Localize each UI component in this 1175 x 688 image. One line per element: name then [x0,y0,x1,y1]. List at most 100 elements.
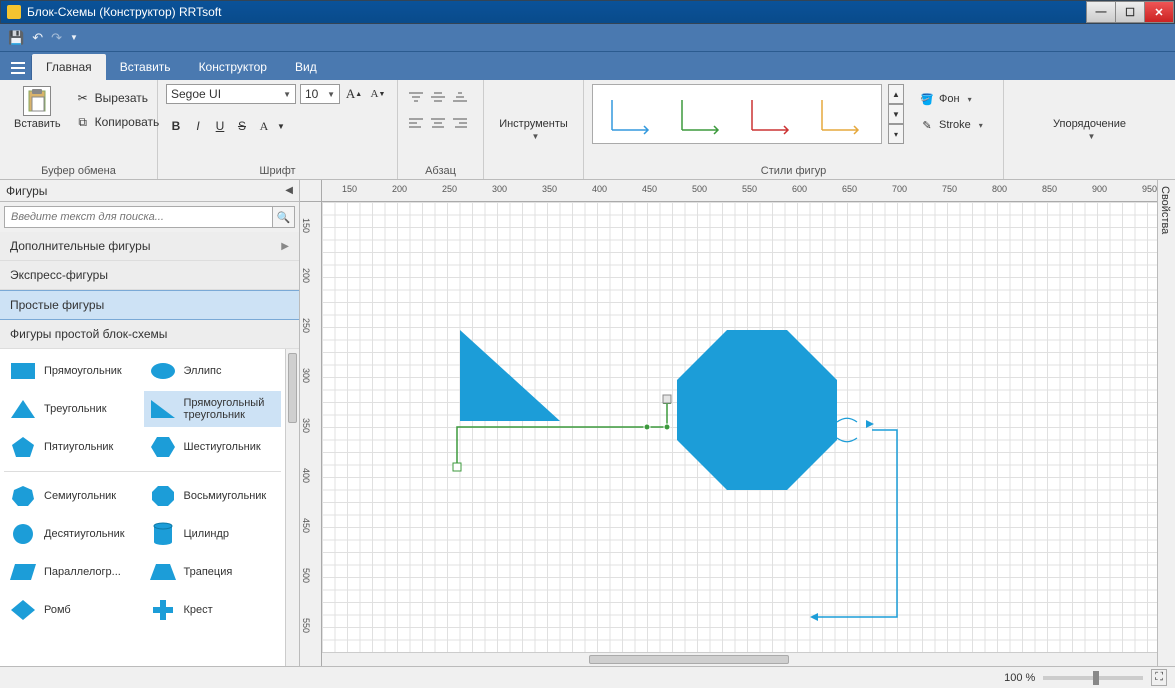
tab-designer[interactable]: Конструктор [185,54,281,80]
chevron-down-icon: ▼ [1088,132,1096,141]
grow-font-button[interactable]: A▲ [344,84,364,104]
triangle-icon [8,397,38,421]
fill-button[interactable]: 🪣 Фон ▾ [914,88,988,110]
tab-view[interactable]: Вид [281,54,331,80]
undo-icon[interactable]: ↶ [32,30,43,46]
shape-octagon[interactable]: Восьмиугольник [144,478,282,514]
shape-cylinder[interactable]: Цилиндр [144,516,282,552]
pentagon-icon [8,435,38,459]
stroke-button[interactable]: ✎ Stroke ▾ [914,114,988,136]
shape-cross[interactable]: Крест [144,592,282,628]
tab-insert[interactable]: Вставить [106,54,185,80]
tab-main[interactable]: Главная [32,54,106,80]
drawing-canvas[interactable] [322,202,1157,666]
zoom-fit-button[interactable]: ⛶ [1151,669,1167,686]
shapes-scrollbar[interactable] [285,349,299,666]
shape-ellipse[interactable]: Эллипс [144,353,282,389]
save-icon[interactable]: 💾 [8,30,24,46]
ribbon-tabs: Главная Вставить Конструктор Вид [0,52,1175,80]
paragraph-group-label: Абзац [406,162,475,177]
shape-parallelogram[interactable]: Параллелогр... [4,554,142,590]
scissors-icon: ✂ [75,90,91,106]
minimize-button[interactable]: — [1086,1,1116,23]
zoom-value: 100 % [1004,672,1035,684]
shape-pentagon[interactable]: Пятиугольник [4,429,142,465]
gallery-more-button[interactable]: ▾ [888,124,904,144]
italic-button[interactable]: I [188,116,208,136]
cut-button[interactable]: ✂ Вырезать [71,88,164,108]
font-name-combo[interactable]: Segoe UI ▼ [166,84,296,104]
category-simple[interactable]: Простые фигуры [0,290,299,320]
ruler-vertical[interactable]: 150200250300350400450500550 [300,202,322,666]
align-left-button[interactable] [406,114,426,134]
styles-group-label: Стили фигур [592,162,995,177]
shape-rhombus[interactable]: Ромб [4,592,142,628]
paste-label: Вставить [14,118,61,130]
rhombus-icon [8,598,38,622]
category-express[interactable]: Экспресс-фигуры [0,261,299,290]
shapes-panel: Фигуры ◀ 🔍 Дополнительные фигуры ▶ Экспр… [0,180,300,666]
bold-button[interactable]: B [166,116,186,136]
clipboard-group-label: Буфер обмена [8,162,149,177]
shape-right-triangle[interactable]: Прямоугольный треугольник [144,391,282,427]
search-input[interactable] [4,206,273,228]
shape-triangle[interactable]: Треугольник [4,391,142,427]
gallery-up-button[interactable]: ▲ [888,84,904,104]
shape-heptagon[interactable]: Семиугольник [4,478,142,514]
paste-button[interactable]: Вставить [8,84,67,132]
arrange-button[interactable]: Упорядочение ▼ [1047,116,1132,143]
system-menu-button[interactable] [4,56,32,80]
underline-button[interactable]: U [210,116,230,136]
shape-hexagon[interactable]: Шестиугольник [144,429,282,465]
hexagon-icon [148,435,178,459]
search-button[interactable]: 🔍 [273,206,295,228]
style-gallery[interactable] [592,84,882,144]
copy-icon: ⧉ [75,114,91,130]
category-flowchart[interactable]: Фигуры простой блок-схемы [0,320,299,349]
canvas-connector-blue[interactable] [814,430,897,617]
canvas-octagon[interactable] [677,330,837,490]
ruler-horizontal[interactable]: 1502002503003504004505005506006507007508… [322,180,1157,202]
chevron-down-icon: ▼ [283,90,291,99]
category-more-shapes[interactable]: Дополнительные фигуры ▶ [0,232,299,261]
font-size-combo[interactable]: 10 ▼ [300,84,340,104]
shrink-font-button[interactable]: A▼ [368,84,388,104]
zoom-slider[interactable] [1043,676,1143,680]
align-middle-button[interactable] [428,88,448,108]
collapse-panel-icon[interactable]: ◀ [285,185,293,196]
cylinder-icon [148,522,178,546]
decagon-icon [8,522,38,546]
shape-trapezoid[interactable]: Трапеция [144,554,282,590]
copy-button[interactable]: ⧉ Копировать [71,112,164,132]
redo-icon[interactable]: ↷ [51,30,62,46]
font-color-button[interactable]: A [254,116,274,136]
properties-tab[interactable]: Свойства [1157,180,1175,666]
right-triangle-icon [148,397,178,421]
shape-decagon[interactable]: Десятиугольник [4,516,142,552]
fill-label: Фон [939,93,960,105]
shape-rectangle[interactable]: Прямоугольник [4,353,142,389]
align-top-button[interactable] [406,88,426,108]
maximize-button[interactable]: ☐ [1115,1,1145,23]
strike-button[interactable]: S [232,116,252,136]
panel-title: Фигуры [6,184,47,198]
tools-button[interactable]: Инструменты ▼ [493,116,574,143]
align-bottom-button[interactable] [450,88,470,108]
cut-label: Вырезать [95,91,148,105]
shape-list: Прямоугольник Эллипс Треугольник Прямоуг… [0,349,285,666]
font-group-label: Шрифт [166,162,389,177]
parallelogram-icon [8,560,38,584]
close-button[interactable]: ✕ [1144,1,1174,23]
gallery-down-button[interactable]: ▼ [888,104,904,124]
bucket-icon: 🪣 [919,91,935,107]
arrange-label: Упорядочение [1053,118,1126,130]
align-center-button[interactable] [428,114,448,134]
qat-dropdown-icon[interactable]: ▼ [70,33,78,42]
align-right-button[interactable] [450,114,470,134]
canvas-right-triangle[interactable] [460,330,560,421]
cross-icon [148,598,178,622]
title-bar: Блок-Схемы (Конструктор) RRTsoft — ☐ ✕ [0,0,1175,24]
font-size-value: 10 [305,87,318,101]
font-color-dropdown[interactable]: ▼ [276,116,286,136]
canvas-horizontal-scrollbar[interactable] [322,652,1157,666]
